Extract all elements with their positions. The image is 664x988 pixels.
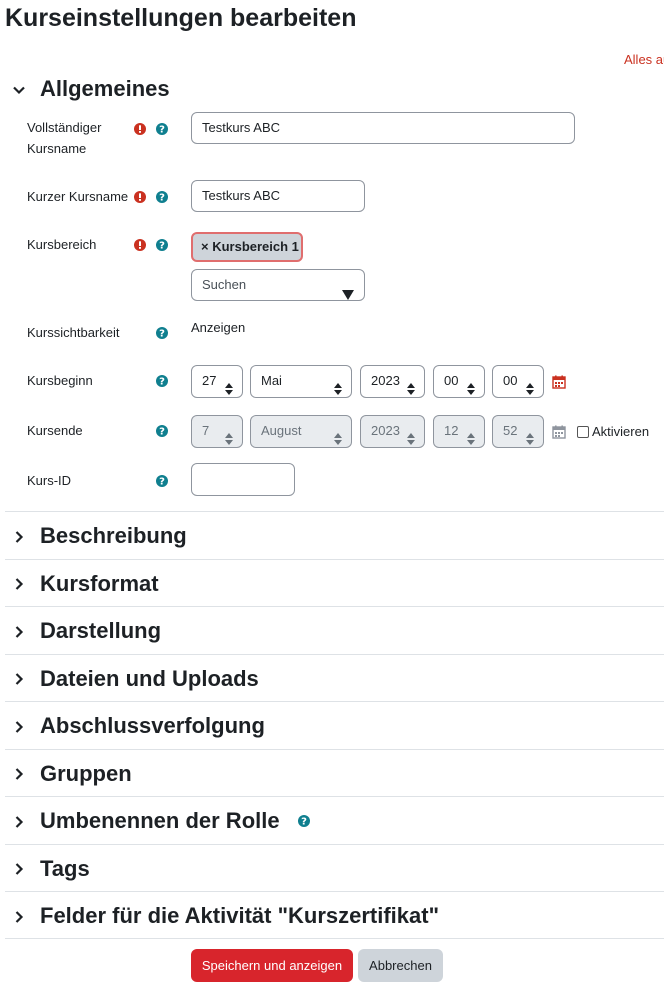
required-icon [134, 123, 146, 135]
enddate-month-select: August [250, 415, 352, 448]
page-title: Kurseinstellungen bearbeiten [5, 4, 357, 32]
sort-arrows-icon [334, 426, 342, 445]
shortname-label: Kurzer Kursname [27, 189, 129, 204]
section-title-general[interactable]: Allgemeines [40, 76, 170, 102]
chevron-right-icon[interactable] [12, 815, 26, 829]
divider [5, 796, 664, 797]
help-icon[interactable]: ? [156, 327, 168, 340]
svg-text:?: ? [159, 477, 165, 487]
section-title-course-format[interactable]: Kursformat [40, 571, 159, 597]
sort-arrows-icon [225, 426, 233, 445]
svg-text:?: ? [301, 817, 307, 827]
help-icon[interactable]: ? [156, 475, 168, 488]
sort-arrows-icon [467, 376, 475, 395]
category-search-placeholder: Suchen [202, 277, 247, 292]
chevron-right-icon[interactable] [12, 625, 26, 639]
help-icon[interactable]: ? [156, 425, 168, 438]
sort-arrows-icon [225, 376, 233, 395]
section-title-appearance[interactable]: Darstellung [40, 618, 161, 644]
help-icon[interactable]: ? [156, 375, 168, 388]
svg-text:?: ? [159, 427, 165, 437]
required-icon [134, 239, 146, 251]
startdate-hour-select[interactable]: 00 [433, 365, 485, 398]
help-icon[interactable]: ? [156, 239, 168, 252]
divider [5, 559, 664, 560]
section-title-certificate-fields[interactable]: Felder für die Aktivität "Kurszertifikat… [40, 903, 439, 929]
svg-text:?: ? [159, 377, 165, 387]
sort-arrows-icon [407, 376, 415, 395]
expand-all-link[interactable]: Alles au [624, 52, 664, 67]
divider [5, 606, 664, 607]
cancel-button[interactable]: Abbrechen [358, 949, 443, 982]
help-icon[interactable]: ? [156, 191, 168, 204]
calendar-icon[interactable] [552, 375, 566, 389]
divider [5, 938, 664, 939]
section-title-role-renaming[interactable]: Umbenennen der Rolle [40, 808, 280, 834]
sort-arrows-icon [407, 426, 415, 445]
category-search-select[interactable]: Suchen [191, 269, 365, 301]
sort-arrows-icon [334, 376, 342, 395]
chevron-right-icon[interactable] [12, 720, 26, 734]
startdate-label: Kursbeginn [27, 373, 93, 388]
enddate-label: Kursende [27, 423, 83, 438]
help-icon[interactable]: ? [298, 815, 310, 828]
caret-down-icon [342, 281, 354, 311]
divider [5, 654, 664, 655]
chevron-right-icon[interactable] [12, 862, 26, 876]
required-icon [134, 191, 146, 203]
enddate-day-select: 7 [191, 415, 243, 448]
sort-arrows-icon [467, 426, 475, 445]
chevron-down-icon[interactable] [12, 83, 26, 97]
chevron-right-icon[interactable] [12, 910, 26, 924]
startdate-month-select[interactable]: Mai [250, 365, 352, 398]
divider [5, 844, 664, 845]
startdate-day-select[interactable]: 27 [191, 365, 243, 398]
svg-text:?: ? [159, 193, 165, 203]
chevron-right-icon[interactable] [12, 672, 26, 686]
fullname-input[interactable]: Testkurs ABC [191, 112, 575, 144]
divider [5, 749, 664, 750]
fullname-label: Vollständiger Kursname [27, 120, 102, 156]
help-icon[interactable]: ? [156, 123, 168, 136]
divider [5, 891, 664, 892]
sort-arrows-icon [526, 376, 534, 395]
idnumber-input[interactable] [191, 463, 295, 496]
divider [5, 511, 664, 512]
enddate-year-select: 2023 [360, 415, 425, 448]
svg-text:?: ? [159, 125, 165, 135]
section-title-completion[interactable]: Abschlussverfolgung [40, 713, 265, 739]
visibility-value: Anzeigen [191, 320, 246, 335]
idnumber-label: Kurs-ID [27, 473, 72, 488]
section-title-tags[interactable]: Tags [40, 856, 90, 882]
svg-text:?: ? [159, 241, 165, 251]
svg-text:?: ? [159, 329, 165, 339]
shortname-input[interactable]: Testkurs ABC [191, 180, 365, 212]
sort-arrows-icon [526, 426, 534, 445]
section-title-files-uploads[interactable]: Dateien und Uploads [40, 666, 259, 692]
enddate-enable-label[interactable]: Aktivieren [592, 424, 649, 439]
startdate-year-select[interactable]: 2023 [360, 365, 425, 398]
enddate-hour-select: 12 [433, 415, 485, 448]
enddate-enable-checkbox[interactable] [577, 426, 589, 438]
section-title-groups[interactable]: Gruppen [40, 761, 132, 787]
chevron-right-icon[interactable] [12, 767, 26, 781]
calendar-icon [552, 425, 566, 439]
enddate-minute-select: 52 [492, 415, 544, 448]
chevron-right-icon[interactable] [12, 577, 26, 591]
save-and-display-button[interactable]: Speichern und anzeigen [191, 949, 353, 982]
category-tag[interactable]: × Kursbereich 1 [191, 232, 303, 262]
divider [5, 701, 664, 702]
chevron-right-icon[interactable] [12, 530, 26, 544]
visibility-label: Kurssichtbarkeit [27, 325, 120, 340]
section-title-description[interactable]: Beschreibung [40, 523, 187, 549]
startdate-minute-select[interactable]: 00 [492, 365, 544, 398]
category-label: Kursbereich [27, 237, 97, 252]
